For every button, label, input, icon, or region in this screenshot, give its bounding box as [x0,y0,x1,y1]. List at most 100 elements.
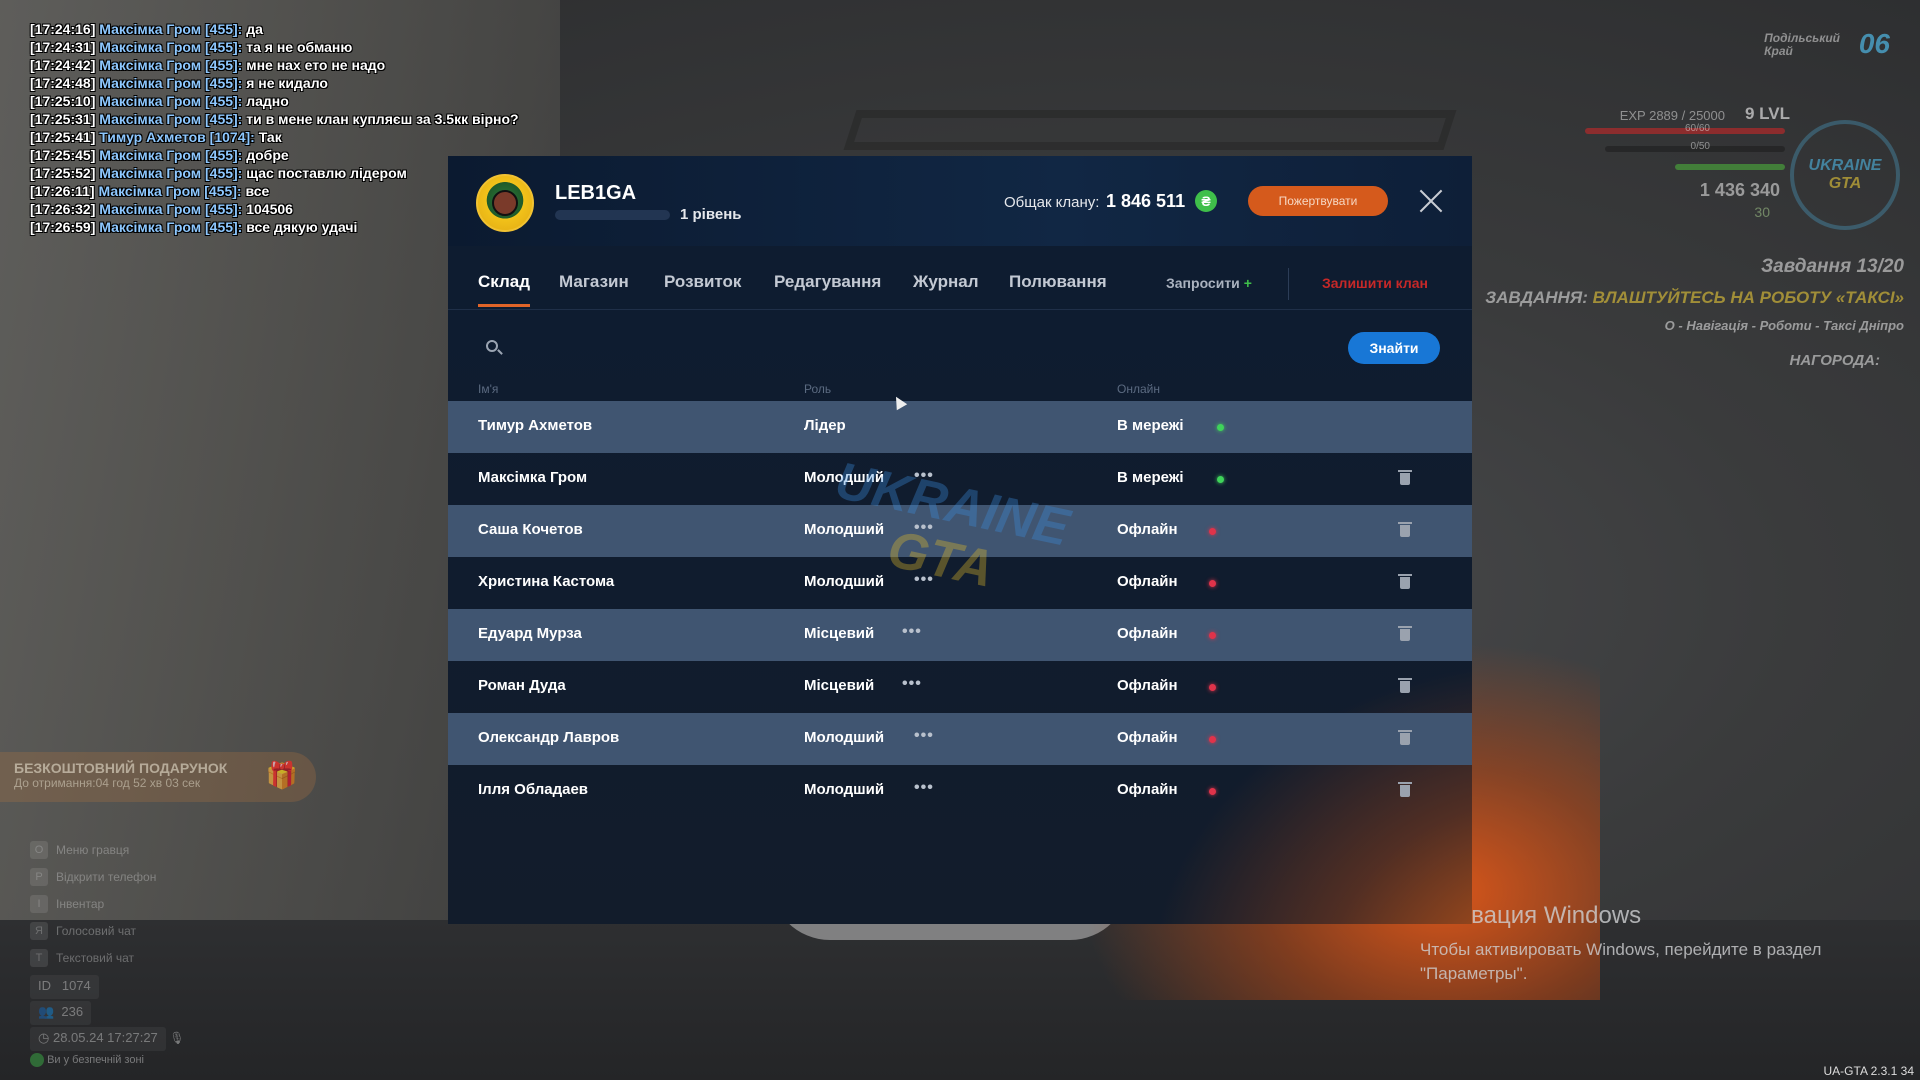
member-name: Саша Кочетов [478,521,583,538]
trash-icon[interactable] [1398,782,1412,797]
donate-button[interactable]: Пожертвувати [1248,186,1388,216]
member-status: Офлайн [1117,573,1178,590]
clan-header: LEB1GA 1 рівень Общак клану: 1 846 511 ₴… [448,156,1472,246]
member-role: Лідер [804,417,846,434]
find-button[interactable]: Знайти [1348,332,1440,364]
more-options-icon[interactable]: ••• [902,623,922,641]
trash-icon[interactable] [1398,730,1412,745]
treasury-value: 1 846 511 [1106,191,1186,211]
tab-storage[interactable]: Склад [478,272,531,307]
clan-avatar [476,174,534,232]
task-reward: НАГОРОДА: [1789,352,1880,369]
gift-title: БЕЗКОШТОВНИЙ ПОДАРУНОК [14,760,228,776]
column-header-name: Ім'я [478,382,499,396]
key-hint: T Текстовий чат [30,944,156,971]
member-role: Молодший [804,781,885,798]
tab-journal[interactable]: Журнал [913,272,979,292]
task-hint: O - Навігація - Роботи - Таксі Дніпро [1664,318,1904,333]
member-status: В мережі [1117,417,1184,434]
clan-level-bar [555,210,670,220]
free-gift-banner[interactable]: БЕЗКОШТОВНИЙ ПОДАРУНОК До отримання:04 г… [0,752,316,802]
search-box [476,328,1156,368]
key-hint: O Меню гравця [30,836,156,863]
more-options-icon[interactable]: ••• [914,571,934,589]
member-name: Христина Кастома [478,573,615,590]
chat-line: [17:26:59] Максімка Гром [455]: все дяку… [30,219,358,235]
status-dot [1209,580,1216,587]
region-name: Подільський Край [1764,31,1840,58]
clock-icon: ◷ [38,1030,50,1045]
chat-line: [17:25:31] Максімка Гром [455]: ти в мен… [30,111,519,127]
money-counter: 1 436 340 [1699,180,1780,200]
trash-icon[interactable] [1398,678,1412,693]
key-hint: P Відкрити телефон [30,863,156,890]
gift-icon: 🎁 [265,760,298,790]
key-hint: Я Голосовий чат [30,917,156,944]
task-description: ЗАВДАННЯ: ВЛАШТУЙТЕСЬ НА РОБОТУ «ТАКСІ» [1485,288,1904,307]
more-options-icon[interactable]: ••• [914,519,934,537]
member-status: Офлайн [1117,625,1178,642]
stamina-bar [1675,164,1785,170]
member-name: Максімка Гром [478,469,588,486]
version-label: UA-GTA 2.3.1 34 [1823,1064,1915,1078]
server-logo: UKRAINE GTA [1790,120,1900,230]
safe-zone-label: Ви у безпечній зоні [47,1053,144,1066]
chat-line: [17:24:48] Максімка Гром [455]: я не кид… [30,75,328,91]
tab-shop[interactable]: Магазин [559,272,629,292]
table-row[interactable]: Ілля Обладаев Молодший ••• Офлайн [448,765,1472,817]
trash-icon[interactable] [1398,574,1412,589]
chat-line: [17:26:32] Максімка Гром [455]: 104506 [30,201,293,217]
trash-icon[interactable] [1398,470,1412,485]
table-row[interactable]: Христина Кастома Молодший ••• Офлайн [448,557,1472,609]
table-row[interactable]: Максімка Гром Молодший ••• В мережі [448,453,1472,505]
hryvnia-icon: ₴ [1195,190,1217,212]
member-role: Молодший [804,573,885,590]
more-options-icon[interactable]: ••• [914,467,934,485]
coin-counter: 30 [1754,204,1770,220]
safe-zone-icon [30,1053,44,1067]
invite-button[interactable]: Запросити + [1166,275,1252,291]
windows-activation: Активация Windows Чтобы активировать Win… [1420,902,1822,983]
column-header-role: Роль [804,382,832,396]
more-options-icon[interactable]: ••• [902,675,922,693]
datetime: ◷ 28.05.24 17:27:27 [30,1027,166,1051]
status-dot [1209,632,1216,639]
status-dot [1209,528,1216,535]
more-options-icon[interactable]: ••• [914,727,934,745]
member-role: Місцевий [804,677,875,694]
tab-divider [1288,268,1289,300]
table-row[interactable]: Тимур Ахметов Лідер В мережі [448,401,1472,453]
status-dot [1217,476,1224,483]
clan-tabs: Склад Магазин Розвиток Редагування Журна… [448,246,1472,310]
tab-hunting[interactable]: Полювання [1009,272,1107,292]
table-row[interactable]: Олександр Лавров Молодший ••• Офлайн [448,713,1472,765]
table-row[interactable]: Саша Кочетов Молодший ••• Офлайн [448,505,1472,557]
trash-icon[interactable] [1398,522,1412,537]
treasury-label: Общак клану: [1004,194,1100,211]
task-title: Завдання 13/20 [1760,256,1904,277]
member-name: Роман Дуда [478,677,566,694]
clan-name: LEB1GA [555,182,637,204]
more-options-icon[interactable]: ••• [914,779,934,797]
trash-icon[interactable] [1398,626,1412,641]
chat-line: [17:25:10] Максімка Гром [455]: ладно [30,93,289,109]
player-id: ID 1074 [30,975,99,999]
status-dot [1209,788,1216,795]
tab-editing[interactable]: Редагування [774,272,881,292]
chat-line: [17:24:42] Максімка Гром [455]: мне нах … [30,57,386,73]
member-status: Офлайн [1117,781,1178,798]
member-name: Едуард Мурза [478,625,582,642]
chat-line: [17:26:11] Максімка Гром [455]: все [30,183,270,199]
table-row[interactable]: Едуард Мурза Місцевий ••• Офлайн [448,609,1472,661]
leave-clan-button[interactable]: Залишити клан [1322,275,1428,291]
member-status: В мережі [1117,469,1184,486]
table-row[interactable]: Роман Дуда Місцевий ••• Офлайн [448,661,1472,713]
plus-icon: + [1243,275,1252,291]
tab-development[interactable]: Розвиток [664,272,741,292]
search-input[interactable] [510,334,1150,362]
microphone-icon: 🎙 [169,1031,185,1045]
member-role: Молодший [804,521,885,538]
region-number: 06 [1858,28,1890,59]
close-icon[interactable] [1416,186,1446,216]
chat-log: [17:24:16] Максімка Гром [455]: да [17:2… [30,20,519,236]
